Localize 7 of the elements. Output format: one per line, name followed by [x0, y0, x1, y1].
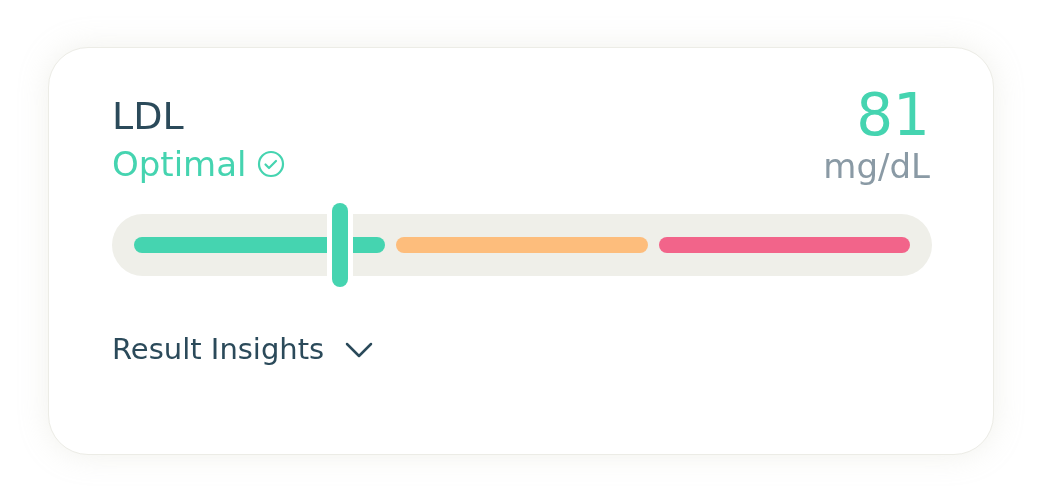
- status-label: Optimal: [112, 143, 247, 186]
- result-insights-toggle[interactable]: Result Insights: [112, 328, 375, 372]
- test-name: LDL: [112, 93, 185, 140]
- chevron-down-icon: [344, 340, 375, 359]
- check-circle-icon: [256, 150, 285, 178]
- result-value: 81: [856, 84, 930, 146]
- unit-label: mg/dL: [823, 146, 930, 186]
